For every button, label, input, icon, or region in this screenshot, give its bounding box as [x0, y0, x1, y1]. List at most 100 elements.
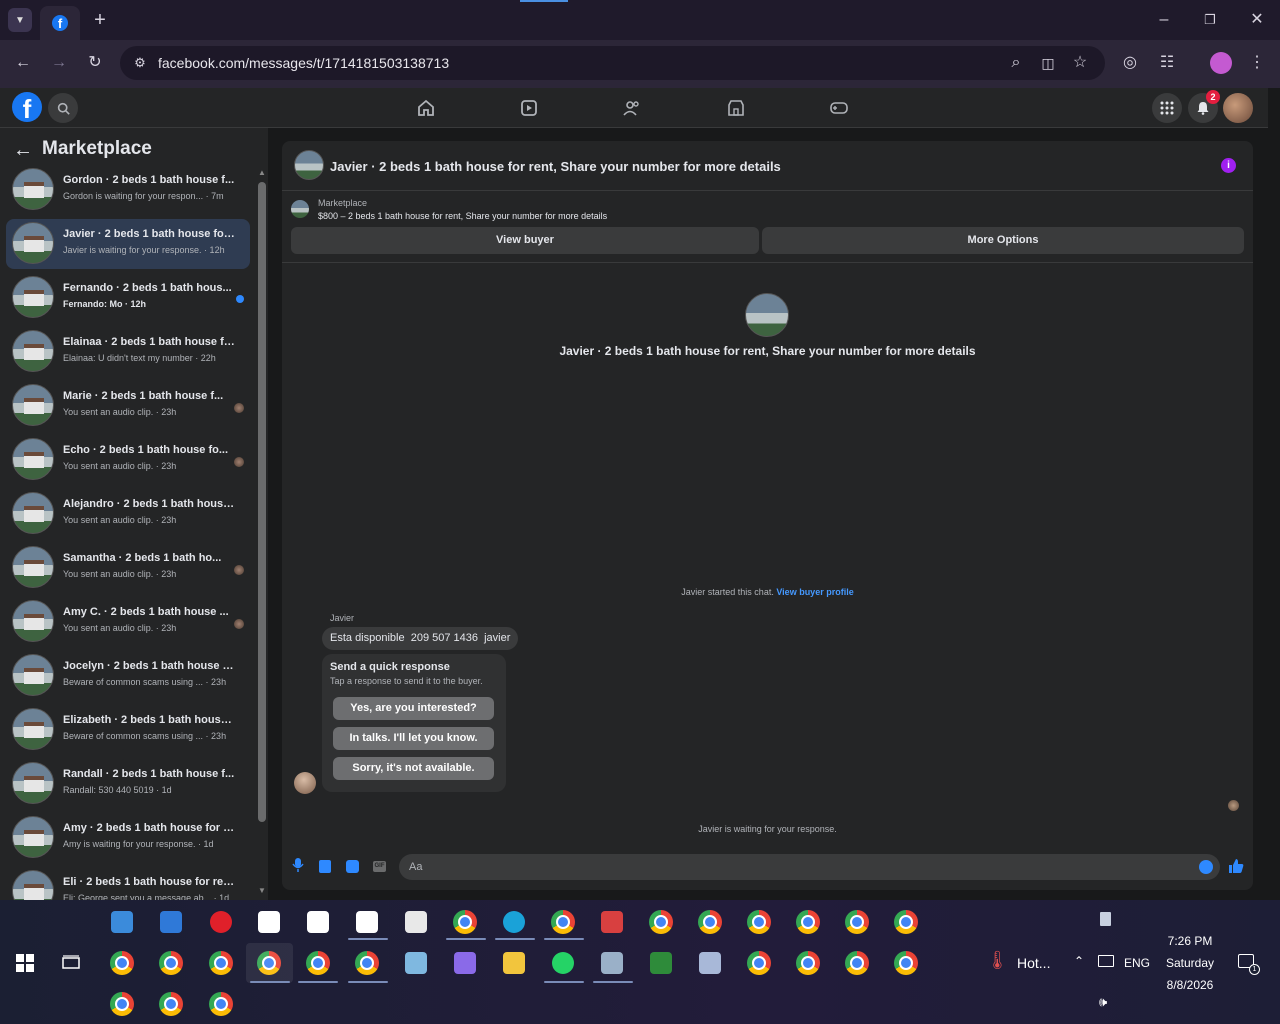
view-buyer-button[interactable]: View buyer [291, 227, 759, 254]
conversation-item[interactable]: Eli · 2 beds 1 bath house for ren... Eli:… [6, 867, 250, 900]
taskbar-chrome-icon[interactable] [451, 908, 479, 936]
gif-icon[interactable]: GIF [373, 861, 386, 872]
microphone-icon[interactable] [292, 858, 304, 875]
taskbar-chrome-icon[interactable] [647, 908, 675, 936]
profile-avatar[interactable] [1210, 52, 1232, 74]
extensions-puzzle-icon[interactable]: ☷ [1155, 51, 1179, 75]
taskbar-chrome-icon[interactable] [304, 949, 332, 977]
restore-button[interactable]: ❐ [1198, 8, 1222, 32]
tab-search-icon[interactable]: ▼ [8, 8, 32, 32]
taskbar-chrome-icon[interactable] [794, 908, 822, 936]
site-info-icon[interactable]: ⚙ [128, 51, 152, 75]
taskbar-notepad-icon[interactable] [402, 949, 430, 977]
clock-time[interactable]: 7:26 PM [1150, 934, 1230, 948]
conversation-item[interactable]: Javier · 2 beds 1 bath house for ... Javi… [6, 219, 250, 269]
taskbar-snip-icon[interactable] [598, 908, 626, 936]
taskbar-solitaire-icon[interactable] [402, 908, 430, 936]
taskbar-chrome-icon[interactable] [549, 908, 577, 936]
language-indicator[interactable]: ENG [1124, 956, 1150, 970]
like-thumb-icon[interactable] [1228, 858, 1244, 879]
conversation-item[interactable]: Elizabeth · 2 beds 1 bath house ... Bewar… [6, 705, 250, 755]
taskbar-photos-icon[interactable] [598, 949, 626, 977]
emoji-icon[interactable] [1199, 860, 1213, 874]
conversation-item[interactable]: Samantha · 2 beds 1 bath ho... You sent a… [6, 543, 250, 593]
taskbar-excel-icon[interactable] [647, 949, 675, 977]
menu-grid-icon[interactable] [1152, 93, 1182, 123]
taskbar-chrome-icon[interactable] [892, 949, 920, 977]
taskbar-edge-icon[interactable] [500, 908, 528, 936]
search-icon[interactable] [48, 93, 78, 123]
taskbar-chrome-icon[interactable] [696, 908, 724, 936]
taskbar-opera-icon[interactable] [207, 908, 235, 936]
marketplace-icon[interactable] [724, 96, 748, 120]
chat-listing-thumbnail[interactable] [294, 150, 324, 180]
more-options-button[interactable]: More Options [762, 227, 1244, 254]
reload-button[interactable]: ↻ [83, 51, 107, 75]
browser-menu-icon[interactable]: ⋮ [1245, 51, 1269, 75]
scroll-up-icon[interactable]: ▲ [258, 168, 266, 177]
taskbar-chatgpt-icon[interactable] [255, 908, 283, 936]
taskbar-whatsapp-icon[interactable] [549, 949, 577, 977]
taskbar-chrome-icon[interactable] [353, 949, 381, 977]
weather-text[interactable]: Hot... [1017, 955, 1050, 971]
taskbar-copilot-icon[interactable] [451, 949, 479, 977]
conversation-item[interactable]: Gordon · 2 beds 1 bath house f... Gordon … [6, 165, 250, 215]
url-text[interactable]: facebook.com/messages/t/1714181503138713 [158, 55, 449, 71]
volume-icon[interactable]: 🕪 [1099, 994, 1107, 1010]
taskbar-chrome-icon[interactable] [157, 949, 185, 977]
quick-response-button[interactable]: Yes, are you interested? [333, 697, 494, 720]
photo-icon[interactable] [319, 860, 331, 873]
conversation-item[interactable]: Amy · 2 beds 1 bath house for r... Amy is… [6, 813, 250, 863]
conversation-item[interactable]: Amy C. · 2 beds 1 bath house ... You sent… [6, 597, 250, 647]
home-icon[interactable] [414, 96, 438, 120]
taskbar-id-icon[interactable] [696, 949, 724, 977]
sidebar-scrollbar[interactable] [258, 182, 266, 822]
conversation-item[interactable]: Randall · 2 beds 1 bath house f... Randal… [6, 759, 250, 809]
view-buyer-profile-link[interactable]: View buyer profile [776, 587, 853, 597]
info-icon[interactable]: i [1221, 158, 1236, 173]
address-bar[interactable]: ⚙ facebook.com/messages/t/17141815031387… [120, 46, 1105, 80]
quick-response-button[interactable]: Sorry, it's not available. [333, 757, 494, 780]
scroll-down-icon[interactable]: ▼ [258, 886, 266, 895]
taskbar-chrome-icon[interactable] [843, 949, 871, 977]
taskbar-chrome-icon[interactable] [892, 908, 920, 936]
taskbar-chrome-icon[interactable] [794, 949, 822, 977]
network-icon[interactable] [1098, 955, 1114, 967]
back-button[interactable]: ← [11, 51, 35, 75]
globe-extension-icon[interactable]: ◎ [1118, 51, 1142, 75]
tray-chevron-icon[interactable]: ⌃ [1074, 954, 1084, 968]
taskbar-chrome-icon[interactable] [745, 908, 773, 936]
chat-title[interactable]: Javier · 2 beds 1 bath house for rent, S… [330, 159, 781, 174]
taskbar-store-icon[interactable] [108, 908, 136, 936]
quick-response-button[interactable]: In talks. I'll let you know. [333, 727, 494, 750]
taskbar-remote-icon[interactable] [157, 908, 185, 936]
task-view-icon[interactable] [57, 949, 85, 977]
conversation-item[interactable]: Marie · 2 beds 1 bath house f... You sent… [6, 381, 250, 431]
weather-icon[interactable]: 🌡 [986, 950, 1009, 971]
message-input[interactable]: Aa [399, 854, 1220, 880]
listing-line[interactable]: $800 – 2 beds 1 bath house for rent, Sha… [318, 211, 607, 221]
taskbar-chrome-icon[interactable] [745, 949, 773, 977]
taskbar-shield-icon[interactable] [304, 908, 332, 936]
taskbar-chrome-icon[interactable] [207, 949, 235, 977]
back-arrow-icon[interactable]: ← [13, 139, 33, 162]
page-scrollbar-track[interactable] [1268, 88, 1280, 900]
account-avatar[interactable] [1223, 93, 1253, 123]
clock-date[interactable]: 8/8/2026 [1150, 978, 1230, 992]
gaming-icon[interactable] [827, 96, 851, 120]
taskbar-chrome-icon[interactable] [108, 949, 136, 977]
sticker-icon[interactable] [346, 860, 359, 873]
conversation-item[interactable]: Echo · 2 beds 1 bath house fo... You sent… [6, 435, 250, 485]
zoom-icon[interactable]: ⌕ [1004, 51, 1028, 75]
tray-app-icon[interactable] [1100, 912, 1111, 926]
forward-button[interactable]: → [47, 51, 71, 75]
taskbar-chrome-icon[interactable] [207, 990, 235, 1018]
message-bubble[interactable]: Esta disponible 209 507 1436 javier [322, 627, 519, 650]
minimize-button[interactable]: – [1152, 8, 1176, 32]
conversation-item[interactable]: Jocelyn · 2 beds 1 bath house fo... Bewar… [6, 651, 250, 701]
new-tab-button[interactable]: + [88, 8, 112, 32]
conversation-item[interactable]: Fernando · 2 beds 1 bath hous... Fernando… [6, 273, 250, 323]
taskbar-folder-icon[interactable] [500, 949, 528, 977]
install-app-icon[interactable]: ◫ [1036, 51, 1060, 75]
taskbar-chrome-icon[interactable] [843, 908, 871, 936]
